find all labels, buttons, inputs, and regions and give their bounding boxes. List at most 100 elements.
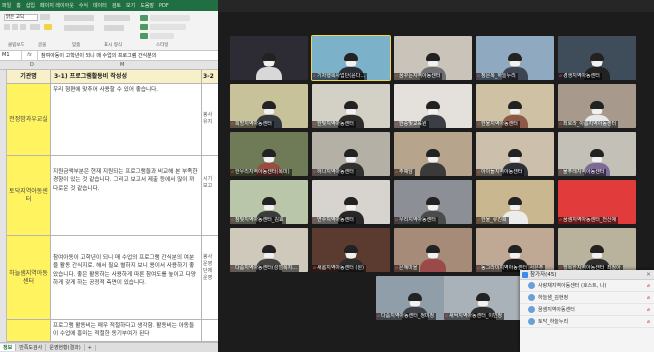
participant-video-tile[interactable]: ⌀ 우리지역아동센터 (394, 180, 472, 224)
sheet-tab[interactable]: 운영현황(결과) (46, 344, 85, 351)
percent-comma-buttons[interactable] (104, 25, 124, 31)
font-name-box[interactable]: 맑은 고딕 (4, 14, 38, 21)
participant-video-tile[interactable]: ⌀ 희망지역아동센터 (230, 84, 308, 128)
participant-video-tile[interactable]: ⌀ 행복한지역아동센터_최정아 (558, 228, 636, 272)
participant-list-item[interactable]: 꿈샘지역아동센터 ⌀ (520, 304, 654, 316)
participant-name-label: ⌀ 주예담 (394, 169, 415, 176)
ribbon-tab[interactable]: 도움말 (140, 2, 154, 9)
conditional-format-icon[interactable] (140, 15, 148, 21)
sheet-tab[interactable]: 정보 (0, 344, 17, 351)
side-cell[interactable]: 봉사 유지 (202, 84, 218, 156)
category-cell[interactable] (7, 320, 51, 342)
sheet-tab[interactable]: 만족도검사 (16, 344, 47, 351)
participant-video-tile[interactable]: ⌀ 정은복_하늘누리 (476, 36, 554, 80)
comment-cell[interactable]: 프로그램 활동비는 매우 적절하다고 생각함. 활동비는 아동들이 수업에 흥미… (51, 320, 202, 342)
align-group[interactable] (64, 15, 94, 21)
ribbon-tab[interactable]: 보기 (126, 2, 135, 9)
formula-input[interactable]: 참여아동이 고학년이 되니 매 수업의 프로그램 간식분의 (38, 52, 156, 59)
ribbon-tab[interactable]: 검토 (112, 2, 121, 9)
participant-video-tile[interactable]: ⌀ 주예담 (394, 132, 472, 176)
side-cell[interactable]: 시기 보고 (202, 156, 218, 236)
participant-list-item[interactable]: 토닥_하늘누리 ⌀ (520, 316, 654, 328)
category-cell[interactable]: 전정밤과우교실 (7, 84, 51, 156)
participant-video-tile[interactable]: ⌀ 꿈꾸는지역아동센터 (394, 36, 472, 80)
sheet-grid[interactable]: 기관명 3-1) 프로그램활동비 작성성 3-2 전정밤과우교실 우리 형편에 … (7, 70, 218, 342)
fx-icon[interactable]: fx (22, 51, 38, 60)
participant-name: 다솜지역아동센터_정미정 (381, 313, 435, 319)
participant-name-label: ⌀ 물푸레지역아동센터 (558, 169, 607, 176)
ribbon-tab[interactable]: 삽입 (26, 2, 35, 9)
participant-video-tile[interactable]: ⌀ 참빛지역아동센터_김효 (230, 180, 308, 224)
participant-video-tile[interactable]: ⌀ 물푸레지역아동센터 (558, 132, 636, 176)
participant-video-tile[interactable]: ⌀ 하나지역아동센터 (312, 132, 390, 176)
mic-muted-icon: ⌀ (477, 217, 481, 223)
participant-video-tile[interactable]: ⌀ 은혜마을 (394, 228, 472, 272)
comment-cell[interactable]: 참여아동이 고학년이 되니 매 수업의 프로그램 간식분의 여분을 활동 간식지… (51, 236, 202, 320)
wrap-merge-group[interactable] (64, 25, 94, 31)
border-button[interactable] (30, 24, 40, 30)
column-header-d[interactable]: D (30, 62, 34, 68)
cell-style-icon[interactable] (140, 33, 148, 39)
category-cell[interactable]: 하늘샘지역아동센터 (7, 236, 51, 320)
mic-muted-icon[interactable]: ⌀ (647, 283, 650, 289)
participant-video-tile[interactable]: ⌀ 아이들지역아동센터 (476, 132, 554, 176)
table-format-icon[interactable] (140, 24, 148, 30)
participant-video-tile[interactable]: ⌀ 다솜지역아동센터(성철복지... (230, 228, 308, 272)
mic-muted-icon[interactable]: ⌀ (647, 295, 650, 301)
ribbon-tab[interactable]: 페이지 레이아웃 (40, 2, 74, 9)
side-cell[interactable] (202, 320, 218, 342)
participant-video-tile[interactable]: ⌀ 경생지역아동센터 (558, 36, 636, 80)
underline-button[interactable] (20, 24, 26, 30)
ribbon-tab[interactable]: 파일 (2, 2, 11, 9)
ribbon-tab[interactable]: 데이터 (93, 2, 107, 9)
cell-style-label[interactable] (150, 33, 174, 39)
bold-button[interactable] (4, 24, 10, 30)
table-format-label[interactable] (150, 24, 186, 30)
add-sheet-button[interactable]: + (85, 344, 96, 351)
mic-muted-icon: ⌀ (559, 217, 563, 223)
participant-video-tile[interactable]: ⌀ 새싹지역아동센터_이민정 (444, 276, 522, 320)
participants-list: 사랑채지역아동센터 (호스트, 나) ⌀ 하늘샘_김현정 ⌀ 꿈샘지역아동센터 ⌀ 토닥_하… (520, 280, 654, 328)
font-size-box[interactable] (40, 14, 50, 20)
number-format-box[interactable] (104, 15, 130, 21)
conditional-format-label[interactable] (150, 15, 190, 21)
participant-video-tile[interactable]: ⌀ 최로라_아름지역아동센터 (558, 84, 636, 128)
ribbon-tab[interactable]: 홈 (16, 2, 21, 9)
participant-video-tile[interactable]: ⌀ 연수지역아동센터 (312, 180, 390, 224)
column-header-m[interactable]: M (120, 62, 124, 68)
name-box[interactable]: M1 (0, 51, 22, 60)
header-cell-side[interactable]: 3-2 (202, 70, 218, 84)
participant-video-tile[interactable]: ⌀ 한울_류진희 (476, 180, 554, 224)
close-icon[interactable]: × (646, 270, 651, 280)
participant-name-label: ⌀ 희망지역아동센터 (230, 121, 274, 128)
mic-muted-icon[interactable]: ⌀ (647, 319, 650, 325)
participant-list-name: 꿈샘지역아동센터 (538, 307, 575, 313)
fill-color-button[interactable] (44, 24, 52, 30)
header-cell-category[interactable]: 기관명 (7, 70, 51, 84)
participant-name-label: ⌀ 정은복_하늘누리 (476, 73, 518, 80)
participant-list-item[interactable]: 하늘샘_김현정 ⌀ (520, 292, 654, 304)
participant-list-item[interactable]: 사랑채지역아동센터 (호스트, 나) ⌀ (520, 280, 654, 292)
sheet-tab-bar: 정보 만족도검사 운영현황(결과) + (0, 342, 218, 352)
participant-video-tile[interactable]: ⌀ 한빛지역아동센터 (312, 84, 390, 128)
ribbon-tab[interactable]: PDF (159, 3, 169, 9)
participant-video-tile[interactable] (230, 36, 308, 80)
italic-button[interactable] (12, 24, 18, 30)
mic-muted-icon[interactable]: ⌀ (647, 307, 650, 313)
participant-video-tile[interactable]: ⌀ 한울지역아동센터 (476, 84, 554, 128)
participant-video-tile[interactable]: ⌀ 한중빛교육원 (394, 84, 472, 128)
ribbon-tab[interactable]: 수식 (79, 2, 88, 9)
participant-video-tile[interactable]: ⌀ 다솜지역아동센터_정미정 (376, 276, 454, 320)
ribbon-label-clipboard: 클립보드 (8, 43, 25, 48)
participant-video-tile[interactable]: ⌀ 기차행복사업단(윤다... (311, 35, 391, 81)
header-cell-text[interactable]: 3-1) 프로그램활동비 작성성 (51, 70, 202, 84)
participant-video-tile[interactable]: ⌀ 동그라미지역아동센터_서은주 (476, 228, 554, 272)
side-cell[interactable]: 봉사 운영 단체 운영 (202, 236, 218, 320)
category-cell[interactable]: 토닥지역아동센터 (7, 156, 51, 236)
comment-cell[interactable]: 지원금액부분은 현재 지원되는 프로그램들과 비교해 본 부족한 경향이 있는 … (51, 156, 202, 236)
comment-cell[interactable]: 우리 형편에 맞추어 사용할 수 있어 좋습니다. (51, 84, 202, 156)
participant-video-tile[interactable]: ⌀ 꿈샘지역아동센터_전신애 (558, 180, 636, 224)
participant-video-tile[interactable]: ⌀ 한우리지역아동센터(복미) (230, 132, 308, 176)
participant-video-tile[interactable]: ⌀ 새롬지역아동센터 (원) (312, 228, 390, 272)
row-headers[interactable] (0, 70, 7, 342)
